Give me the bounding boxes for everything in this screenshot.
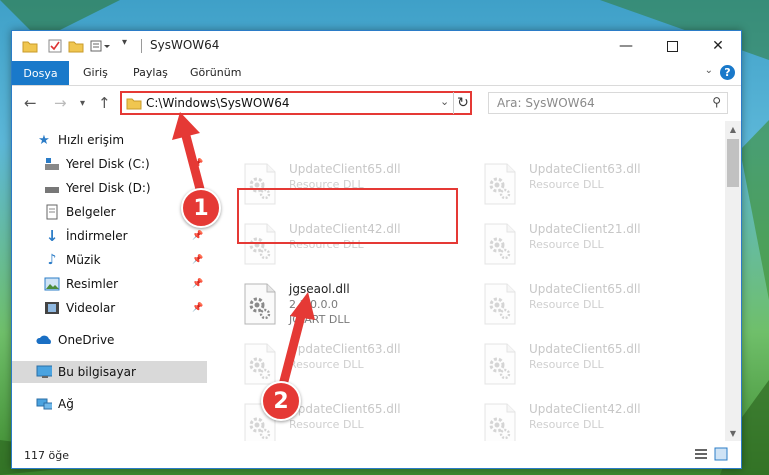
arrow-2 (278, 292, 315, 390)
step-badge-2: 2 (261, 381, 301, 421)
annotation-arrows (172, 112, 315, 390)
step-badge-1: 1 (181, 188, 221, 228)
